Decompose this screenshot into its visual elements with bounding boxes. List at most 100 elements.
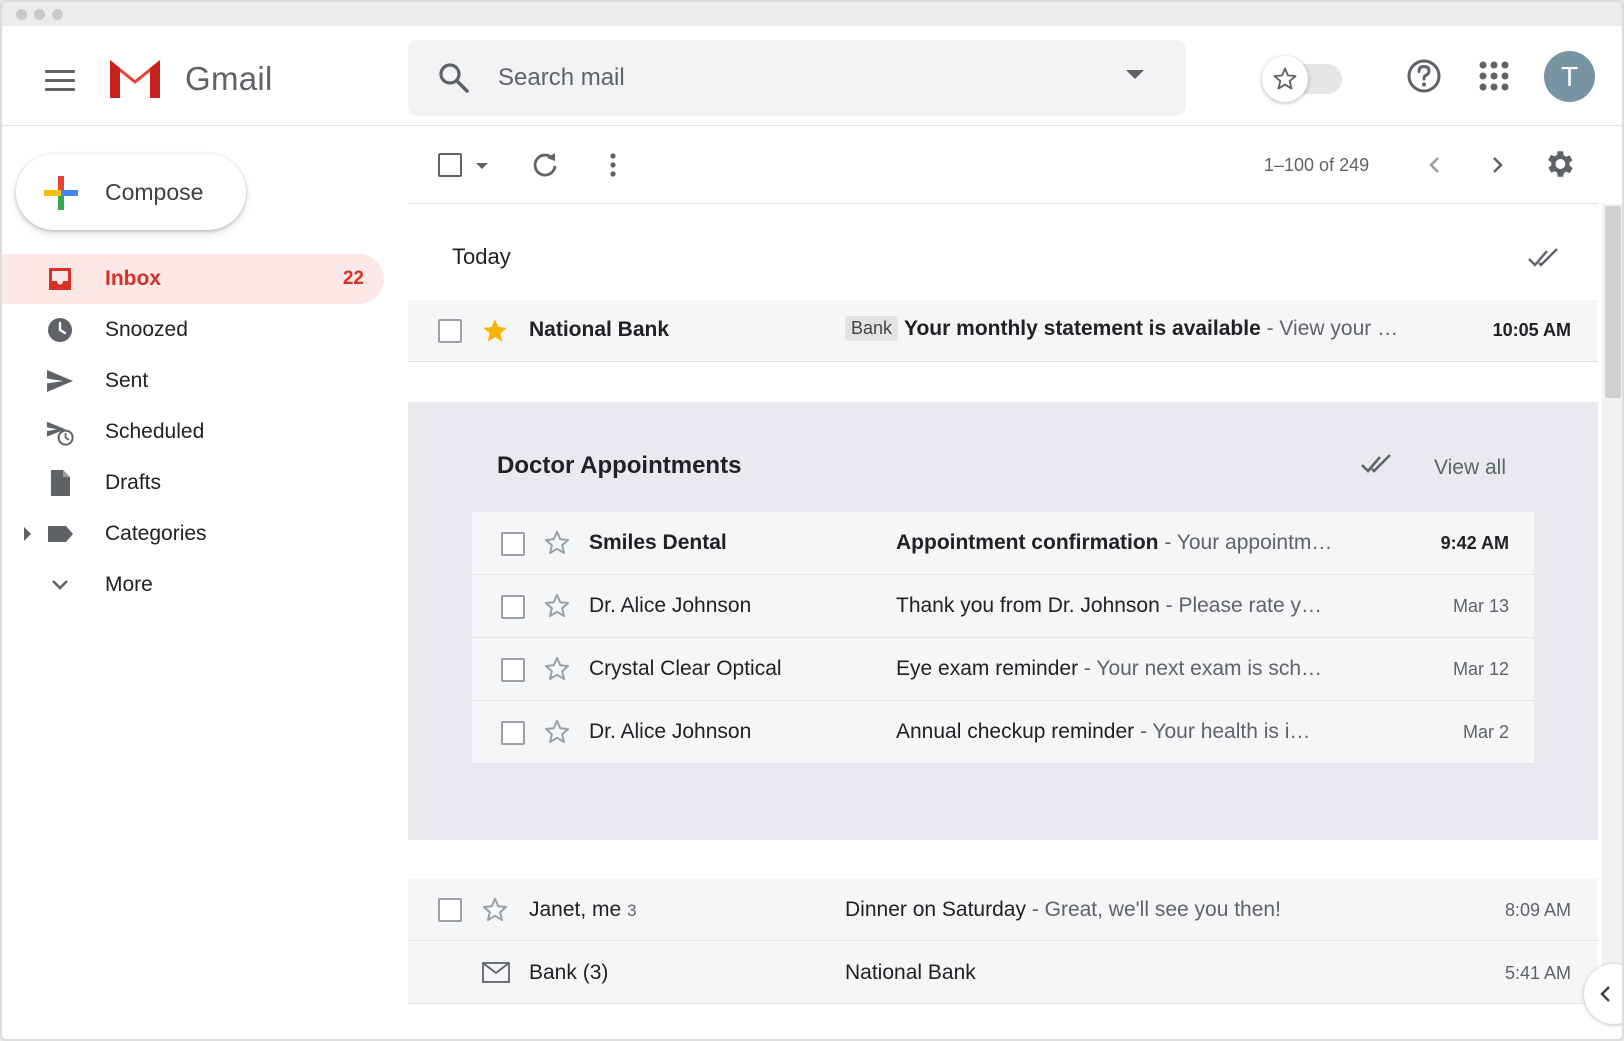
compose-plus-icon (44, 176, 78, 210)
row-checkbox[interactable] (501, 721, 525, 745)
search-icon[interactable] (436, 60, 472, 96)
star-outline-icon[interactable] (481, 896, 509, 924)
email-subject-line: Dinner on Saturday - Great, we'll see yo… (845, 898, 1445, 922)
email-sender-names: Janet, me (529, 898, 622, 921)
email-snippet: - View your … (1260, 317, 1399, 340)
mark-bundle-read-icon[interactable] (1360, 452, 1396, 476)
section-header-today: Today (452, 244, 511, 269)
row-checkbox[interactable] (501, 595, 525, 619)
email-sender: Janet, me 3 (529, 898, 637, 922)
envelope-icon (482, 962, 510, 983)
email-subject: Annual checkup reminder (896, 720, 1135, 743)
email-sender: Dr. Alice Johnson (589, 594, 752, 617)
highlight-toggle[interactable] (1262, 56, 1342, 102)
search-options-dropdown-icon[interactable] (1126, 70, 1144, 79)
email-snippet: - Your appointm… (1158, 531, 1333, 554)
row-checkbox[interactable] (438, 319, 462, 343)
sidebar-item-scheduled[interactable]: Scheduled (2, 407, 384, 457)
email-time: 5:41 AM (1504, 963, 1571, 983)
bundle-email-row[interactable]: Dr. Alice Johnson Thank you from Dr. Joh… (472, 575, 1534, 638)
sidebar-item-inbox[interactable]: Inbox 22 (2, 254, 384, 304)
chevron-left-icon (1600, 986, 1610, 1002)
search-input[interactable] (498, 54, 1098, 102)
email-subject: Thank you from Dr. Johnson (896, 594, 1160, 617)
sidebar-item-snoozed[interactable]: Snoozed (2, 305, 384, 355)
gmail-logo[interactable] (106, 56, 164, 100)
email-subject: Dinner on Saturday (845, 898, 1026, 921)
main-menu-icon[interactable] (38, 58, 82, 102)
row-checkbox[interactable] (501, 532, 525, 556)
label-tag-icon (48, 526, 73, 542)
window-minimize-dot[interactable] (34, 9, 45, 20)
thread-count: 3 (627, 901, 637, 920)
compose-button[interactable]: Compose (16, 154, 246, 230)
email-row[interactable]: Bank (3) National Bank 5:41 AM (408, 942, 1598, 1004)
search-bar[interactable] (408, 40, 1186, 116)
star-outline-icon[interactable] (543, 718, 571, 746)
window-close-dot[interactable] (16, 9, 27, 20)
bundle-email-row[interactable]: Smiles Dental Appointment confirmation -… (472, 512, 1534, 575)
email-snippet: - Great, we'll see you then! (1025, 898, 1281, 921)
star-outline-icon[interactable] (543, 592, 571, 620)
email-time: 10:05 AM (1492, 320, 1571, 340)
sidebar-item-more[interactable]: More (2, 560, 384, 610)
label-chip[interactable]: Bank (845, 316, 899, 341)
select-all-checkbox[interactable] (438, 153, 462, 177)
email-sender: Bank (3) (529, 961, 609, 984)
email-sender: Crystal Clear Optical (589, 657, 782, 680)
email-sender: National Bank (529, 318, 670, 341)
star-filled-icon[interactable] (481, 317, 509, 345)
account-avatar[interactable]: T (1544, 51, 1595, 102)
email-subject: Your monthly statement is available (904, 317, 1261, 340)
sidebar-item-label: Snoozed (105, 318, 188, 341)
email-time: 9:42 AM (1440, 533, 1509, 553)
sidebar-item-sent[interactable]: Sent (2, 356, 384, 406)
scrollbar-thumb[interactable] (1605, 206, 1621, 398)
inbox-icon (49, 268, 71, 290)
email-subject: Appointment confirmation (896, 531, 1159, 554)
draft-file-icon (51, 470, 70, 496)
email-snippet: - Your next exam is sch… (1078, 657, 1323, 680)
sidebar-item-drafts[interactable]: Drafts (2, 458, 384, 508)
refresh-icon[interactable] (530, 150, 560, 180)
email-snippet: - Your health is i… (1134, 720, 1311, 743)
chevron-left-icon[interactable] (1420, 150, 1450, 180)
star-outline-icon[interactable] (543, 655, 571, 683)
view-all-link[interactable]: View all (1434, 456, 1506, 480)
row-checkbox[interactable] (501, 658, 525, 682)
email-sender: Dr. Alice Johnson (589, 720, 752, 743)
chevron-right-icon[interactable] (1482, 150, 1512, 180)
bundle-email-row[interactable]: Dr. Alice Johnson Annual checkup reminde… (472, 701, 1534, 764)
window-maximize-dot[interactable] (52, 9, 63, 20)
email-subject-line: National Bank (845, 961, 1445, 985)
email-subject-line: Eye exam reminder - Your next exam is sc… (896, 657, 1356, 681)
doctor-appointments-bundle: Doctor Appointments View all Smiles Dent… (408, 402, 1598, 840)
gear-icon[interactable] (1542, 147, 1576, 181)
sidebar-item-label: Drafts (105, 471, 162, 494)
apps-grid-icon[interactable] (1478, 60, 1510, 92)
more-vert-icon[interactable] (598, 150, 628, 180)
toggle-knob[interactable] (1262, 56, 1308, 102)
select-dropdown-icon[interactable] (476, 163, 488, 169)
bundle-title: Doctor Appointments (497, 452, 742, 479)
gmail-wordmark: Gmail (185, 60, 273, 97)
browser-window: Gmail Search mail T Compose Inbox 22 Sno… (0, 0, 1624, 1041)
star-outline-icon[interactable] (543, 529, 571, 557)
sidebar-item-label: Categories (105, 522, 207, 545)
row-checkbox[interactable] (438, 898, 462, 922)
sidebar-item-categories[interactable]: Categories (2, 509, 384, 559)
email-time: Mar 2 (1462, 722, 1509, 742)
email-subject-line: Thank you from Dr. Johnson - Please rate… (896, 594, 1356, 618)
bundle-email-row[interactable]: Crystal Clear Optical Eye exam reminder … (472, 638, 1534, 701)
email-subject: Eye exam reminder (896, 657, 1079, 680)
scrollbar[interactable] (1602, 204, 1622, 994)
send-icon (47, 370, 73, 392)
mark-all-read-icon[interactable] (1527, 246, 1563, 270)
chevron-down-icon (52, 580, 68, 590)
expand-caret-icon[interactable] (24, 527, 31, 541)
email-row[interactable]: Janet, me 3 Dinner on Saturday - Great, … (408, 879, 1598, 941)
email-subject-line: Appointment confirmation - Your appointm… (896, 531, 1356, 555)
title-bar (2, 2, 1622, 26)
email-row[interactable]: National Bank Bank Your monthly statement… (408, 300, 1598, 362)
help-icon[interactable] (1404, 56, 1444, 96)
